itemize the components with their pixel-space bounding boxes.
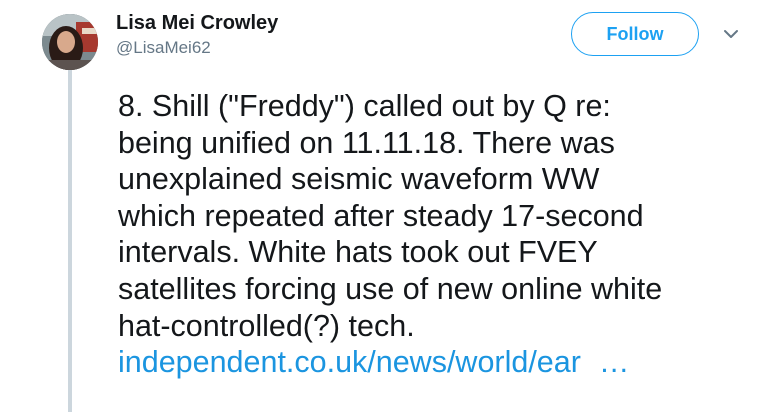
article-link-text: independent.co.uk/news/world/ear [118, 345, 581, 380]
tweet-text-line: hat-controlled(?) tech. [118, 308, 415, 343]
chevron-down-icon[interactable] [722, 27, 740, 41]
author-handle[interactable]: @LisaMei62 [116, 38, 211, 58]
tweet: Lisa Mei Crowley @LisaMei62 Follow 8. Sh… [0, 0, 768, 412]
tweet-text-line: satellites forcing use of new online whi… [118, 271, 663, 306]
thread-connector-line [68, 70, 72, 412]
follow-button[interactable]: Follow [571, 12, 699, 56]
follow-button-label: Follow [606, 23, 664, 44]
tweet-text-line: unexplained seismic waveform WW [118, 162, 600, 197]
avatar[interactable] [42, 14, 98, 70]
tweet-text: 8. Shill ("Freddy") called out by Q re: … [118, 88, 758, 381]
tweet-text-line: 8. Shill ("Freddy") called out by Q re: [118, 89, 611, 123]
tweet-text-line: being unified on 11.11.18. There was [118, 125, 615, 160]
avatar-photo [42, 14, 98, 70]
article-link[interactable]: independent.co.uk/news/world/ear … [118, 344, 758, 381]
link-ellipsis: … [598, 345, 630, 380]
author-name[interactable]: Lisa Mei Crowley [116, 12, 278, 35]
tweet-text-line: intervals. White hats took out FVEY [118, 235, 598, 270]
tweet-text-line: which repeated after steady 17-second [118, 198, 644, 233]
